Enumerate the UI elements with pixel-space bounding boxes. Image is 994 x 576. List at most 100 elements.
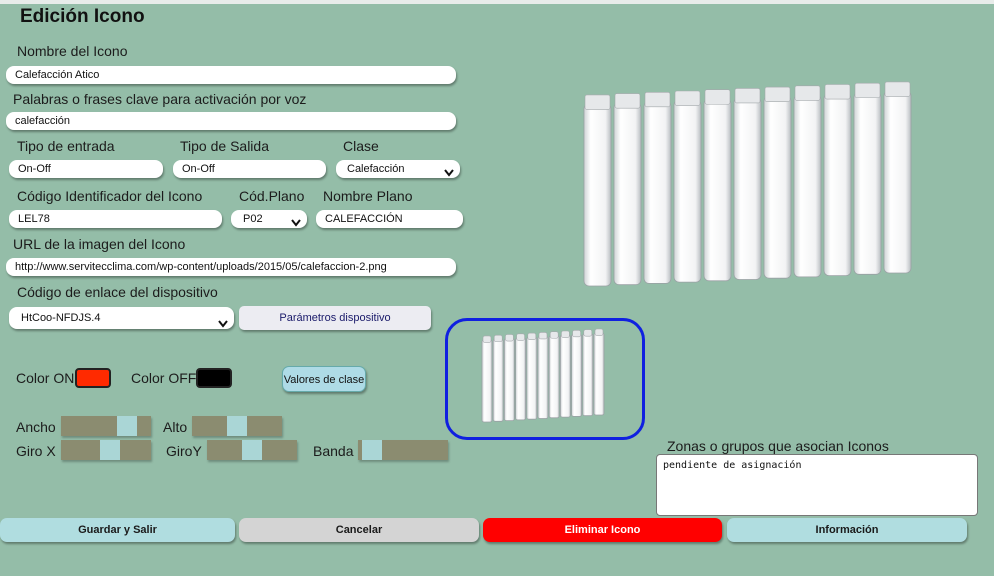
width-label: Ancho bbox=[16, 419, 56, 435]
radiator-fin-top bbox=[674, 90, 701, 106]
plan-code-select-value: P02 bbox=[243, 213, 263, 225]
plan-code-select[interactable]: P02 bbox=[231, 210, 307, 228]
height-slider[interactable] bbox=[192, 416, 282, 436]
radiator-fin bbox=[823, 93, 852, 277]
radiator-fin bbox=[703, 98, 732, 282]
radiator-preview-fin-top bbox=[594, 328, 604, 336]
band-label: Banda bbox=[313, 443, 354, 459]
color-on-label: Color ON bbox=[16, 370, 75, 386]
page-title: Edición Icono bbox=[20, 6, 145, 27]
radiator-preview-fin-top bbox=[572, 330, 581, 338]
chevron-down-icon bbox=[444, 165, 454, 178]
radiator-preview-fin-top bbox=[538, 332, 548, 340]
radiator-icon bbox=[580, 66, 915, 318]
info-button[interactable]: Información bbox=[727, 518, 967, 542]
output-type-input[interactable]: On-Off bbox=[173, 160, 326, 178]
radiator-preview-fin-top bbox=[583, 329, 593, 337]
url-input[interactable]: http://www.servitecclima.com/wp-content/… bbox=[6, 258, 456, 276]
color-on-swatch[interactable] bbox=[75, 368, 111, 388]
radiator-preview-fin-top bbox=[549, 331, 559, 339]
chevron-down-icon bbox=[291, 215, 301, 228]
name-input[interactable]: Calefacción Atico bbox=[6, 66, 456, 84]
name-label: Nombre del Icono bbox=[17, 43, 128, 59]
radiator-preview-fin bbox=[481, 339, 493, 423]
radiator-fin bbox=[583, 103, 612, 287]
height-slider-thumb[interactable] bbox=[227, 416, 247, 436]
radiator-fin bbox=[763, 95, 792, 279]
radiator-fin-top bbox=[644, 91, 671, 108]
radiator-fin-top bbox=[764, 86, 791, 102]
class-values-button[interactable]: Valores de clase bbox=[282, 366, 366, 392]
plan-code-label: Cód.Plano bbox=[239, 188, 305, 204]
rot-y-slider[interactable] bbox=[207, 440, 297, 460]
plan-name-label: Nombre Plano bbox=[323, 188, 413, 204]
code-label: Código Identificador del Icono bbox=[17, 188, 203, 204]
color-off-label: Color OFF bbox=[131, 370, 197, 386]
radiator-preview-fin bbox=[515, 337, 526, 421]
radiator-fin bbox=[793, 94, 822, 278]
radiator-preview-fin-top bbox=[493, 334, 503, 343]
radiator-fin bbox=[733, 97, 762, 280]
save-exit-button[interactable]: Guardar y Salir bbox=[0, 518, 235, 542]
radiator-fin bbox=[643, 101, 672, 284]
keywords-input[interactable]: calefacción bbox=[6, 112, 456, 130]
radiator-fin bbox=[883, 90, 912, 274]
radiator-preview-fin-top bbox=[482, 335, 492, 343]
keywords-label: Palabras o frases clave para activación … bbox=[13, 91, 307, 107]
radiator-preview-fin bbox=[548, 335, 560, 419]
radiator-fin-top bbox=[884, 81, 911, 97]
radiator-fin bbox=[613, 102, 642, 286]
band-slider-thumb[interactable] bbox=[362, 440, 382, 460]
code-input[interactable]: LEL78 bbox=[9, 210, 222, 228]
top-border bbox=[0, 0, 994, 4]
radiator-preview-fin bbox=[560, 334, 571, 418]
plan-name-input[interactable]: CALEFACCIÓN bbox=[316, 210, 463, 228]
radiator-fin-top bbox=[614, 93, 641, 109]
width-slider[interactable] bbox=[61, 416, 151, 436]
rot-x-slider-thumb[interactable] bbox=[100, 440, 120, 460]
rot-y-label: GiroY bbox=[166, 443, 202, 459]
cancel-button[interactable]: Cancelar bbox=[239, 518, 479, 542]
url-label: URL de la imagen del Icono bbox=[13, 236, 186, 252]
delete-icon-button[interactable]: Eliminar Icono bbox=[483, 518, 722, 542]
output-type-label: Tipo de Salida bbox=[180, 138, 269, 154]
radiator-preview-fin bbox=[537, 336, 549, 419]
input-type-input[interactable]: On-Off bbox=[9, 160, 163, 178]
height-label: Alto bbox=[163, 419, 188, 435]
link-select-value: HtCoo-NFDJS.4 bbox=[21, 312, 101, 324]
radiator-fin-top bbox=[824, 84, 851, 100]
radiator-fin-top bbox=[734, 88, 761, 104]
zones-label: Zonas o grupos que asocian Iconos bbox=[667, 438, 889, 454]
radiator-fin-top bbox=[854, 82, 881, 99]
width-slider-thumb[interactable] bbox=[117, 416, 137, 436]
radiator-fin-top bbox=[584, 94, 611, 110]
rot-y-slider-thumb[interactable] bbox=[242, 440, 262, 460]
radiator-preview-fin-top bbox=[527, 332, 537, 340]
radiator-preview-fin bbox=[593, 332, 605, 416]
class-select-value: Calefacción bbox=[347, 163, 405, 175]
device-params-button[interactable]: Parámetros dispositivo bbox=[239, 306, 431, 330]
band-slider[interactable] bbox=[358, 440, 448, 460]
radiator-fin bbox=[853, 91, 882, 275]
radiator-preview-fin bbox=[503, 338, 515, 422]
rot-x-label: Giro X bbox=[16, 443, 56, 459]
radiator-preview-fin bbox=[526, 336, 538, 420]
radiator-preview-icon bbox=[478, 326, 614, 430]
radiator-preview-fin-top bbox=[505, 334, 514, 342]
class-label: Clase bbox=[343, 138, 379, 154]
link-select[interactable]: HtCoo-NFDJS.4 bbox=[9, 307, 234, 329]
radiator-preview-fin-top bbox=[516, 333, 525, 341]
zones-textarea[interactable]: pendiente de asignación bbox=[656, 454, 978, 516]
radiator-fin-top bbox=[794, 85, 821, 101]
rot-x-slider[interactable] bbox=[61, 440, 151, 460]
radiator-preview-fin bbox=[492, 338, 504, 422]
class-select[interactable]: Calefacción bbox=[336, 160, 460, 178]
radiator-preview-fin-top bbox=[561, 330, 570, 338]
color-off-swatch[interactable] bbox=[196, 368, 232, 388]
chevron-down-icon bbox=[218, 314, 228, 329]
radiator-preview-fin bbox=[571, 333, 582, 417]
radiator-fin-top bbox=[704, 89, 731, 105]
radiator-fin bbox=[673, 99, 702, 283]
input-type-label: Tipo de entrada bbox=[17, 138, 115, 154]
link-label: Código de enlace del dispositivo bbox=[17, 284, 218, 300]
